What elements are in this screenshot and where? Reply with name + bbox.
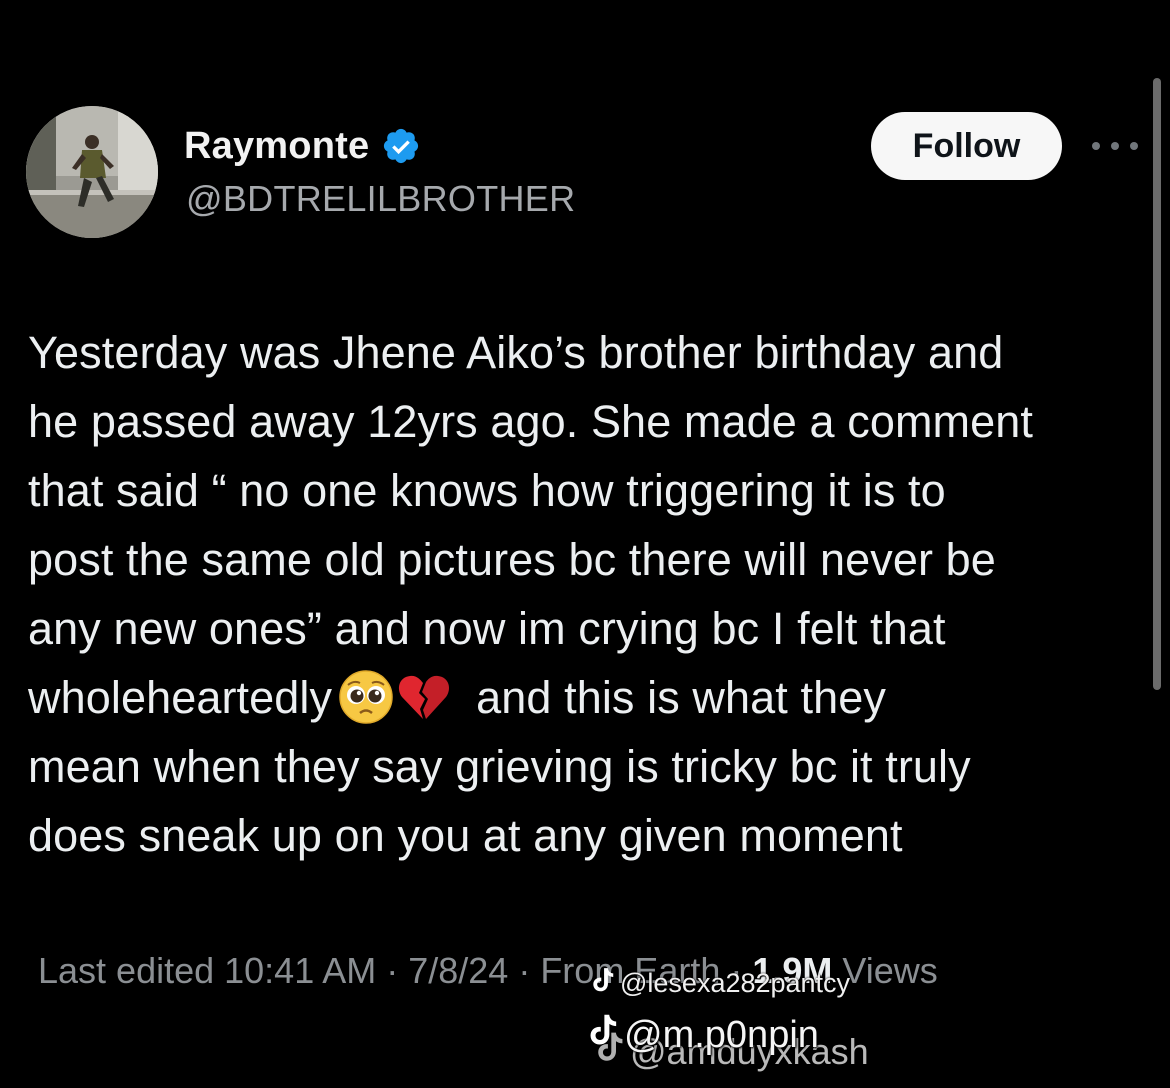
tweet-line: that said “ no one knows how triggering …: [28, 465, 946, 516]
tiktok-icon: [586, 1012, 620, 1058]
verified-badge-icon: [381, 126, 421, 166]
pleading-face-emoji: [338, 669, 394, 725]
tweet-card: Raymonte @BDTRELILBROTHER Follow Yesterd…: [0, 0, 1170, 1088]
tweet-line: any new ones” and now im crying bc I fel…: [28, 603, 946, 654]
watermark-second: @m.p0npin: [586, 1012, 819, 1058]
more-dot: [1111, 142, 1119, 150]
avatar-image: [26, 106, 158, 238]
more-dot: [1092, 142, 1100, 150]
author-handle[interactable]: @BDTRELILBROTHER: [186, 178, 575, 220]
watermark-second-text: @m.p0npin: [624, 1013, 819, 1056]
scrollbar[interactable]: [1153, 78, 1161, 690]
watermark-first: @lesexa282pantcy: [590, 966, 850, 1001]
tweet-line-with-emoji: wholeheartedly and this is what they: [28, 663, 1148, 732]
tweet-line: Yesterday was Jhene Aiko’s brother birth…: [28, 327, 1004, 378]
author-name-row: Raymonte: [184, 124, 421, 168]
tweet-line-part: and this is what they: [476, 672, 886, 723]
avatar[interactable]: [26, 106, 158, 238]
follow-button[interactable]: Follow: [871, 112, 1062, 180]
tweet-text: Yesterday was Jhene Aiko’s brother birth…: [28, 318, 1148, 870]
author-display-name[interactable]: Raymonte: [184, 125, 369, 168]
more-horizontal-icon[interactable]: [1092, 138, 1138, 154]
tweet-line: mean when they say grieving is tricky bc…: [28, 741, 971, 792]
tiktok-icon: [590, 966, 616, 1001]
tweet-line: he passed away 12yrs ago. She made a com…: [28, 396, 1033, 447]
tweet-line: post the same old pictures bc there will…: [28, 534, 996, 585]
tweet-line-part: wholeheartedly: [28, 672, 333, 723]
tweet-line: does sneak up on you at any given moment: [28, 810, 903, 861]
more-dot: [1130, 142, 1138, 150]
watermark-first-text: @lesexa282pantcy: [620, 968, 851, 998]
broken-heart-emoji: [396, 669, 452, 725]
